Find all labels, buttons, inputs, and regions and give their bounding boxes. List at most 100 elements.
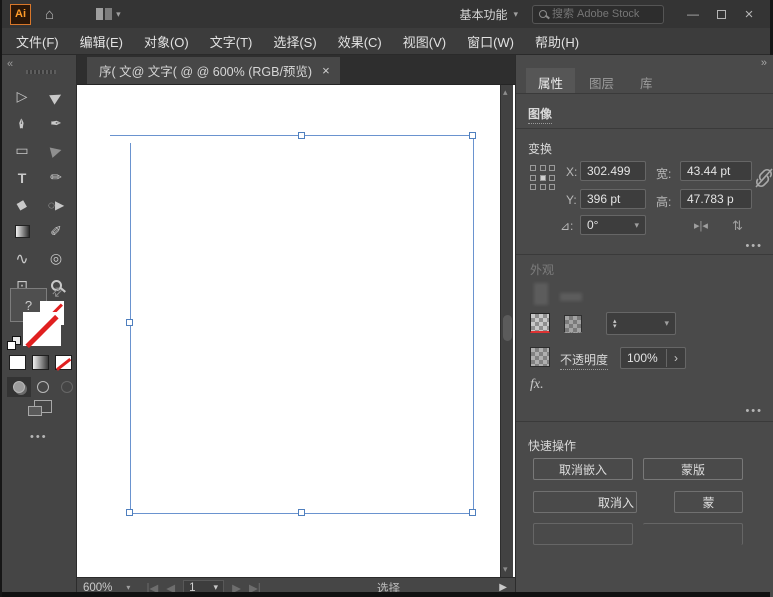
mask-button-artifact[interactable]: 蒙 [674,491,743,513]
scroll-down-icon[interactable]: ▾ [503,564,508,575]
menu-type[interactable]: 文字(T) [210,32,253,51]
y-input[interactable]: 396 pt [580,189,646,209]
panel-tabs: 属性 图层 库 [516,68,773,94]
color-button[interactable] [9,355,26,370]
object-type-label: 图像 [528,105,552,124]
mask-button[interactable]: 蒙版 [643,458,743,480]
chevron-down-icon: ▾ [116,9,121,20]
paintbrush-tool[interactable]: ✐ [39,218,73,245]
tab-libraries[interactable]: 库 [628,68,665,93]
stock-search[interactable] [532,5,664,24]
scroll-up-icon[interactable]: ▴ [503,87,508,98]
gradient-tool[interactable] [5,218,39,245]
unembed-button[interactable]: 取消嵌入 [533,458,633,480]
fill-swatch[interactable] [530,313,550,333]
opacity-swatch[interactable] [530,347,550,367]
flip-horizontal-icon[interactable]: ▸|◂ [694,219,708,232]
menu-view[interactable]: 视图(V) [403,32,446,51]
chevron-down-icon[interactable]: ▾ [664,318,675,329]
search-icon [539,10,547,18]
tools-grip[interactable] [26,70,56,74]
rectangle-tool[interactable]: ▭ [5,137,39,164]
appearance-more-icon[interactable]: ••• [745,405,763,417]
transform-more-icon[interactable]: ••• [745,240,763,252]
pencil-tool[interactable]: ✏ [39,164,73,191]
tab-close-icon[interactable]: × [322,63,330,78]
menu-object[interactable]: 对象(O) [144,32,189,51]
transform-section-title: 变换 [528,140,552,157]
workspace-switcher[interactable]: 基本功能 [459,6,507,23]
draw-behind-mode[interactable] [31,377,55,397]
illustrator-logo-icon: Ai [10,4,31,25]
document-tab[interactable]: 序( 文@ 文字( @ @ 600% (RGB/预览) × [87,57,340,84]
gradient-button[interactable] [32,355,49,370]
tab-layers[interactable]: 图层 [577,68,626,93]
arrange-documents-button[interactable]: ▾ [96,8,121,20]
default-fill-stroke-icon[interactable] [7,336,21,350]
document-area: 序( 文@ 文字( @ @ 600% (RGB/预览) × ▴ ▾ [77,55,515,597]
home-icon[interactable]: ⌂ [45,6,54,23]
selection-right-edge [473,135,474,513]
height-input[interactable]: 47.783 p [680,189,752,209]
collapse-tools-icon[interactable]: « [7,58,13,70]
reference-point-selector[interactable] [530,165,556,191]
window-edge [2,592,770,597]
handle-bottom-right[interactable] [469,509,476,516]
tab-properties[interactable]: 属性 [526,68,575,93]
stroke-weight-stepper[interactable]: ▴▾ ▾ [606,312,676,335]
comment-arrow-tool[interactable]: ◌▶ [39,191,73,218]
search-input[interactable] [552,8,652,20]
gradient-tool-icon [15,225,30,238]
draw-inside-mode[interactable] [55,377,79,397]
shape-builder-tool[interactable]: ◎ [39,245,73,272]
menu-edit[interactable]: 编辑(E) [80,32,123,51]
menu-effect[interactable]: 效果(C) [338,32,382,51]
flip-vertical-icon[interactable]: ⇅ [732,218,743,234]
fx-button[interactable]: fx. [530,377,544,393]
vertical-scrollbar[interactable]: ▴ ▾ [500,85,513,577]
x-input[interactable]: 302.499 [580,161,646,181]
handle-left-center[interactable] [126,319,133,326]
opacity-input[interactable]: 100% › [620,347,686,369]
unembed-button-artifact[interactable]: 取消入 [533,491,637,513]
restore-button[interactable] [710,6,732,23]
zoom-chevron-icon[interactable]: ▾ [126,583,130,592]
link-dimensions-icon[interactable] [754,167,773,189]
rotate-select[interactable]: 0° ▾ [580,215,646,235]
scrollbar-thumb[interactable] [503,315,512,341]
opacity-value: 100% [621,351,658,365]
ghost-button [533,523,633,545]
stepper-arrows-icon[interactable]: ▴▾ [607,319,623,329]
opacity-label[interactable]: 不透明度 [560,351,608,370]
canvas[interactable]: ▴ ▾ [77,85,515,577]
chevron-down-icon[interactable]: ▾ [513,9,518,20]
pen-tool[interactable]: ✒ [9,107,36,141]
menu-file[interactable]: 文件(F) [16,32,59,51]
handle-bottom-center[interactable] [298,509,305,516]
menu-help[interactable]: 帮助(H) [535,32,579,51]
menu-window[interactable]: 窗口(W) [467,32,514,51]
eraser-tool[interactable]: ◆ [2,187,42,222]
illustrator-window: Ai ⌂ ▾ 基本功能 ▾ — × 文件(F) 编辑(E) 对象(O) 文字(T… [0,0,773,597]
none-button[interactable] [55,355,72,370]
edit-toolbar-icon[interactable]: ••• [30,431,48,443]
draw-normal-mode[interactable] [7,377,31,397]
document-tab-title: 序( 文@ 文字( @ @ 600% (RGB/预览) [99,61,312,80]
handle-top-right[interactable] [469,132,476,139]
handle-top-center[interactable] [298,132,305,139]
opacity-arrow-icon[interactable]: › [666,349,685,367]
menu-select[interactable]: 选择(S) [273,32,316,51]
ghost-button [643,523,743,545]
width-tool[interactable]: ∿ [5,245,39,272]
rotate-value: 0° [587,218,598,232]
minimize-button[interactable]: — [682,6,704,23]
y-label: Y: [566,193,577,207]
screen-mode-button[interactable] [28,400,54,420]
handle-bottom-left[interactable] [126,509,133,516]
lasso-arrow-tool[interactable]: ▶ [36,133,76,168]
restore-icon [717,10,726,19]
stroke-swatch[interactable] [564,315,582,333]
fill-color-swatch[interactable] [23,312,61,346]
close-button[interactable]: × [738,6,760,23]
width-input[interactable]: 43.44 pt [680,161,752,181]
